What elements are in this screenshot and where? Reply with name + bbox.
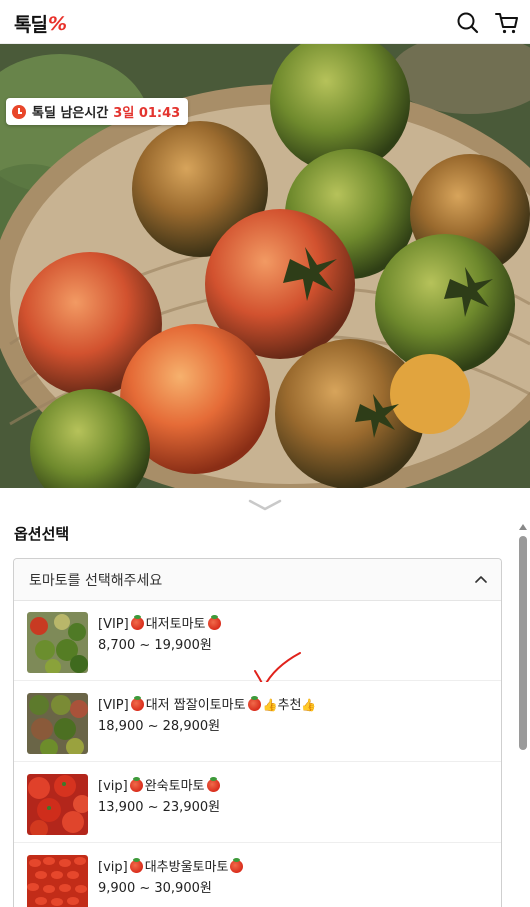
logo-percent-mark: %	[47, 12, 68, 35]
option-price: 18,900 ~ 28,900원	[98, 719, 221, 734]
toktal-logo[interactable]: 톡딜 %	[14, 10, 67, 37]
tomato-option-select[interactable]: 토마토를 선택해주세요 [VIP] 대저토마토 8,700 ~ 19,900원	[13, 558, 502, 907]
option-tag: [vip]	[98, 860, 128, 875]
chevron-up-icon[interactable]	[475, 574, 487, 586]
thumbs-up-icon: 👍	[301, 698, 317, 712]
option-tag: [vip]	[98, 779, 128, 794]
option-item-ripe-tomato[interactable]: [vip] 완숙토마토 13,900 ~ 23,900원	[14, 763, 501, 843]
tomato-emoji-icon	[247, 696, 261, 711]
select-placeholder: 토마토를 선택해주세요	[29, 572, 163, 589]
scroll-up-arrow-icon[interactable]	[519, 524, 527, 530]
option-name: [VIP] 대저 짭잘이토마토 👍추천👍	[98, 694, 316, 713]
option-title: 완숙토마토	[144, 779, 205, 794]
option-title: 대저 짭잘이토마토	[145, 698, 246, 713]
option-thumbnail	[27, 855, 88, 907]
option-price: 13,900 ~ 23,900원	[98, 800, 221, 815]
logo-text: 톡딜	[14, 14, 48, 36]
timer-value: 3일 01:43	[113, 106, 181, 121]
scrollbar-thumb[interactable]	[519, 536, 527, 750]
tomato-emoji-icon	[129, 777, 143, 792]
timer-label: 톡딜 남은시간	[32, 106, 109, 121]
option-title: 대저토마토	[145, 617, 206, 632]
tomato-emoji-icon	[207, 615, 221, 630]
deal-timer-badge: 톡딜 남은시간 3일 01:43	[6, 98, 189, 125]
tomato-emoji-icon	[129, 858, 143, 873]
option-title: 대추방울토마토	[144, 860, 229, 875]
option-tag: [VIP]	[98, 698, 129, 713]
select-header[interactable]: 토마토를 선택해주세요	[14, 559, 501, 601]
sheet-handle-chevron-down-icon[interactable]	[248, 498, 282, 512]
option-name: [vip] 대추방울토마토	[98, 856, 245, 875]
option-suffix: 추천	[277, 698, 302, 713]
option-thumbnail	[27, 612, 88, 673]
option-item-daejeo-tomato[interactable]: [VIP] 대저토마토 8,700 ~ 19,900원	[14, 601, 501, 690]
thumbs-up-icon: 👍	[262, 698, 278, 712]
clock-icon	[12, 104, 26, 119]
tomato-emoji-icon	[130, 615, 144, 630]
search-icon[interactable]	[455, 10, 481, 36]
tomato-emoji-icon	[130, 696, 144, 711]
option-name: [VIP] 대저토마토	[98, 613, 223, 632]
option-section-title: 옵션선택	[14, 525, 70, 543]
option-item-cherry-tomato[interactable]: [vip] 대추방울토마토 9,900 ~ 30,900원	[14, 844, 501, 907]
option-price: 9,900 ~ 30,900원	[98, 881, 212, 896]
tomato-emoji-icon	[230, 858, 244, 873]
product-hero-image: 톡딜 남은시간 3일 01:43	[0, 44, 530, 488]
option-thumbnail	[27, 774, 88, 835]
option-name: [vip] 완숙토마토	[98, 775, 222, 794]
option-price: 8,700 ~ 19,900원	[98, 638, 212, 653]
option-thumbnail	[27, 693, 88, 754]
option-tag: [VIP]	[98, 617, 129, 632]
tomato-emoji-icon	[206, 777, 220, 792]
option-item-daejeo-jjaljjali-tomato[interactable]: [VIP] 대저 짭잘이토마토 👍추천👍 18,900 ~ 28,900원	[14, 682, 501, 762]
app-header: 톡딜 %	[0, 0, 530, 44]
cart-icon[interactable]	[494, 10, 520, 36]
